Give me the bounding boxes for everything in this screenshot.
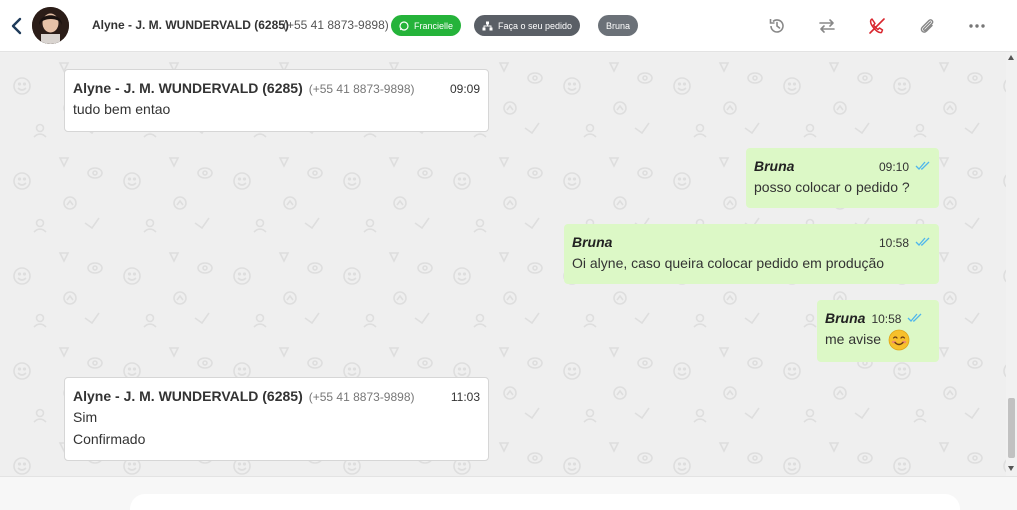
message-sender: Bruna <box>572 234 613 250</box>
history-button[interactable] <box>766 15 788 37</box>
sitemap-icon <box>482 21 493 30</box>
tag-label: Faça o seu pedido <box>498 20 573 31</box>
message-time: 10:58 <box>878 236 909 250</box>
transfer-button[interactable] <box>816 15 838 37</box>
tag-label: Francielle <box>414 20 454 31</box>
more-options-button[interactable] <box>966 15 988 37</box>
tag-francielle[interactable]: Francielle <box>391 15 462 36</box>
double-check-icon <box>908 313 922 322</box>
contact-phone: (+55 41 8873-9898) <box>283 18 389 32</box>
chat-header: Alyne - J. M. WUNDERVALD (6285) (+55 41 … <box>0 0 1017 52</box>
end-call-icon <box>869 18 885 34</box>
contact-name: Alyne - J. M. WUNDERVALD (6285) <box>92 18 289 32</box>
message-incoming[interactable]: Alyne - J. M. WUNDERVALD (6285) (+55 41 … <box>64 69 489 132</box>
message-sender: Bruna <box>754 158 795 174</box>
smiling-face-emoji <box>888 329 910 351</box>
message-text: Sim <box>73 409 98 425</box>
scroll-down-arrow[interactable] <box>1008 466 1014 471</box>
whatsapp-icon <box>399 20 409 31</box>
message-text: tudo bem entao <box>73 101 171 117</box>
history-icon <box>769 19 784 33</box>
message-text: posso colocar o pedido ? <box>754 179 910 195</box>
tag-bruna[interactable]: Bruna <box>598 15 639 36</box>
message-incoming[interactable]: Alyne - J. M. WUNDERVALD (6285) (+55 41 … <box>64 377 489 461</box>
message-time: 11:03 <box>450 390 480 404</box>
message-text: Oi alyne, caso queira colocar pedido em … <box>572 255 885 271</box>
back-icon <box>11 17 22 35</box>
scroll-up-arrow[interactable] <box>1008 55 1014 60</box>
transfer-icon <box>819 19 835 33</box>
message-text: Confirmado <box>73 431 146 447</box>
message-outgoing[interactable]: Bruna 10:58 me avise <box>817 300 939 362</box>
tag-label: Bruna <box>606 20 631 31</box>
message-time: 09:09 <box>449 82 480 96</box>
tag-faca-o-seu-pedido[interactable]: Faça o seu pedido <box>474 15 581 36</box>
message-time: 10:58 <box>871 312 902 326</box>
message-outgoing[interactable]: Bruna 09:10 posso colocar o pedido ? <box>746 148 939 208</box>
message-sender: Bruna <box>825 310 866 326</box>
message-sender: Alyne - J. M. WUNDERVALD (6285) <box>73 80 303 96</box>
attachment-button[interactable] <box>916 15 938 37</box>
message-time: 09:10 <box>878 160 909 174</box>
message-input[interactable] <box>130 494 960 510</box>
chat-scrollbar[interactable] <box>1006 53 1017 476</box>
message-sender-phone: (+55 41 8873-9898) <box>308 390 415 404</box>
message-text: me avise <box>825 331 882 347</box>
end-call-button[interactable] <box>866 15 888 37</box>
back-button[interactable] <box>9 15 25 37</box>
chat-area[interactable]: Alyne - J. M. WUNDERVALD (6285) (+55 41 … <box>0 53 1006 476</box>
attachment-icon <box>920 19 934 33</box>
double-check-icon <box>915 161 930 170</box>
message-outgoing[interactable]: Bruna 10:58 Oi alyne, caso queira coloca… <box>564 224 939 284</box>
scroll-thumb[interactable] <box>1008 398 1015 458</box>
message-sender: Alyne - J. M. WUNDERVALD (6285) <box>73 388 303 404</box>
more-icon <box>969 24 985 28</box>
double-check-icon <box>915 237 930 246</box>
avatar[interactable] <box>32 7 69 44</box>
message-sender-phone: (+55 41 8873-9898) <box>308 82 415 96</box>
